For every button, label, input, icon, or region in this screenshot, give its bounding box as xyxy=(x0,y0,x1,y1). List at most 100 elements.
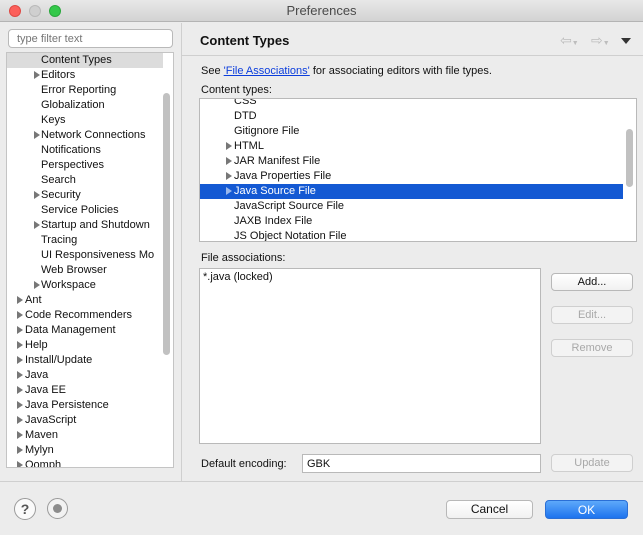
expand-arrow-icon[interactable] xyxy=(226,172,232,180)
content-type-row[interactable]: Java Properties File xyxy=(200,169,623,184)
see-file-associations-text: See 'File Associations' for associating … xyxy=(201,65,492,77)
expand-arrow-icon[interactable] xyxy=(17,341,23,349)
tree-item[interactable]: Startup and Shutdown xyxy=(7,218,163,233)
content-type-row[interactable]: JAR Manifest File xyxy=(200,154,623,169)
cancel-button[interactable]: Cancel xyxy=(446,500,533,519)
pane-divider[interactable] xyxy=(181,23,182,481)
expand-arrow-icon[interactable] xyxy=(34,131,40,139)
tree-item-label: JavaScript xyxy=(25,414,77,426)
content-type-label: DTD xyxy=(234,110,257,122)
expand-arrow-icon[interactable] xyxy=(17,386,23,394)
file-association-item[interactable]: *.java (locked) xyxy=(203,271,537,283)
tree-item-label: Startup and Shutdown xyxy=(41,219,150,231)
expand-arrow-icon[interactable] xyxy=(226,142,232,150)
tree-item[interactable]: Maven xyxy=(7,428,163,443)
tree-item[interactable]: Network Connections xyxy=(7,128,163,143)
content-type-row[interactable]: JAXB Index File xyxy=(200,214,623,229)
expand-arrow-icon[interactable] xyxy=(17,326,23,334)
tree-item[interactable]: Tracing xyxy=(7,233,163,248)
content-type-row[interactable]: HTML xyxy=(200,139,623,154)
content-type-row[interactable]: JS Object Notation File xyxy=(200,229,623,241)
tree-item-label: Java EE xyxy=(25,384,66,396)
expand-arrow-icon[interactable] xyxy=(226,187,232,195)
filter-input[interactable] xyxy=(8,29,173,48)
tree-item[interactable]: UI Responsiveness Mo xyxy=(7,248,163,263)
tree-item-label: Network Connections xyxy=(41,129,146,141)
tree-item[interactable]: Install/Update xyxy=(7,353,163,368)
forward-nav-button[interactable]: ⇨▼ xyxy=(591,32,610,48)
tree-item[interactable]: JavaScript xyxy=(7,413,163,428)
ok-button[interactable]: OK xyxy=(545,500,628,519)
title-bar[interactable]: Preferences xyxy=(0,0,643,22)
content-type-label: JavaScript Source File xyxy=(234,200,345,212)
tree-item-label: UI Responsiveness Mo xyxy=(41,249,155,261)
expand-arrow-icon[interactable] xyxy=(34,281,40,289)
expand-arrow-icon[interactable] xyxy=(34,221,40,229)
tree-item[interactable]: Notifications xyxy=(7,143,163,158)
content-types-list[interactable]: JS Object Notation File JAXB Index File Ja… xyxy=(199,98,637,242)
expand-arrow-icon[interactable] xyxy=(17,401,23,409)
expand-arrow-icon[interactable] xyxy=(34,71,40,79)
help-icon[interactable]: ? xyxy=(14,498,36,520)
expand-arrow-icon[interactable] xyxy=(17,356,23,364)
content-type-row[interactable]: DTD xyxy=(200,109,623,124)
tree-item[interactable]: Security xyxy=(7,188,163,203)
tree-item[interactable]: Help xyxy=(7,338,163,353)
expand-arrow-icon[interactable] xyxy=(17,461,23,467)
expand-arrow-icon[interactable] xyxy=(17,311,23,319)
see-suffix: for associating editors with file types. xyxy=(309,65,492,77)
tree-item-label: Help xyxy=(25,339,48,351)
view-menu-icon[interactable] xyxy=(621,38,631,44)
expand-arrow-icon[interactable] xyxy=(17,296,23,304)
content-type-row[interactable]: Gitignore File xyxy=(200,124,623,139)
tree-item[interactable]: Mylyn xyxy=(7,443,163,458)
tree-item-label: Perspectives xyxy=(41,159,104,171)
file-associations-list[interactable]: *.java (locked) xyxy=(199,268,541,444)
tree-item[interactable]: Web Browser xyxy=(7,263,163,278)
default-encoding-label: Default encoding: xyxy=(201,458,287,470)
tree-item[interactable]: Code Recommenders xyxy=(7,308,163,323)
tree-item[interactable]: Globalization xyxy=(7,98,163,113)
tree-item[interactable]: Service Policies xyxy=(7,203,163,218)
preference-tree[interactable]: Content Types Editors Error Reporting Globa… xyxy=(6,52,174,468)
expand-arrow-icon[interactable] xyxy=(17,416,23,424)
default-encoding-input[interactable] xyxy=(302,454,541,473)
tree-item[interactable]: Perspectives xyxy=(7,158,163,173)
tree-item-label: Mylyn xyxy=(25,444,54,456)
tree-item-label: Install/Update xyxy=(25,354,93,366)
content-type-row[interactable]: Java Source File xyxy=(200,184,623,199)
tree-item[interactable]: Java xyxy=(7,368,163,383)
remove-button[interactable]: Remove xyxy=(551,339,633,357)
tree-item-label: Java Persistence xyxy=(25,399,109,411)
record-macro-icon[interactable] xyxy=(47,498,68,519)
tree-item-label: Content Types xyxy=(41,54,112,66)
back-nav-button[interactable]: ⇦▼ xyxy=(560,32,579,48)
tree-scrollbar[interactable] xyxy=(163,93,170,355)
tree-item[interactable]: Oomph xyxy=(7,458,163,467)
expand-arrow-icon[interactable] xyxy=(17,431,23,439)
expand-arrow-icon[interactable] xyxy=(17,446,23,454)
tree-item[interactable]: Java Persistence xyxy=(7,398,163,413)
tree-item[interactable]: Data Management xyxy=(7,323,163,338)
expand-arrow-icon[interactable] xyxy=(17,371,23,379)
add-button[interactable]: Add... xyxy=(551,273,633,291)
tree-item[interactable]: Java EE xyxy=(7,383,163,398)
update-button[interactable]: Update xyxy=(551,454,633,472)
tree-item[interactable]: Ant xyxy=(7,293,163,308)
tree-item-label: Code Recommenders xyxy=(25,309,132,321)
tree-item[interactable]: Content Types xyxy=(7,53,163,68)
tree-item-label: Keys xyxy=(41,114,66,126)
content-type-row[interactable]: JavaScript Source File xyxy=(200,199,623,214)
expand-arrow-icon[interactable] xyxy=(34,191,40,199)
content-types-scrollbar[interactable] xyxy=(626,129,633,187)
tree-item[interactable]: Error Reporting xyxy=(7,83,163,98)
file-associations-link[interactable]: 'File Associations' xyxy=(224,65,310,77)
tree-item[interactable]: Editors xyxy=(7,68,163,83)
expand-arrow-icon[interactable] xyxy=(226,157,232,165)
edit-button[interactable]: Edit... xyxy=(551,306,633,324)
tree-item[interactable]: Workspace xyxy=(7,278,163,293)
tree-item[interactable]: Search xyxy=(7,173,163,188)
chevron-down-icon: ▼ xyxy=(571,40,579,47)
content-type-row[interactable]: CSS xyxy=(200,99,623,109)
tree-item[interactable]: Keys xyxy=(7,113,163,128)
